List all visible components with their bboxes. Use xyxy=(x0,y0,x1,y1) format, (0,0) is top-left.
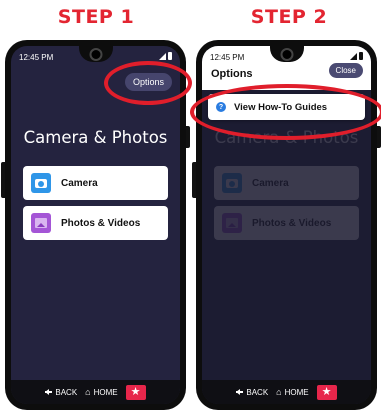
phone-side-button xyxy=(192,162,196,198)
how-to-guides-label: View How-To Guides xyxy=(234,101,328,113)
signal-icon xyxy=(159,52,166,60)
page-title: Camera & Photos xyxy=(23,128,168,147)
photos-videos-tile-label: Photos & Videos xyxy=(61,217,141,229)
photos-videos-tile[interactable]: Photos & Videos xyxy=(23,206,168,240)
star-button[interactable]: ★ xyxy=(316,384,337,400)
step-2-title: STEP 2 xyxy=(250,6,328,28)
home-button[interactable]: ⌂ HOME xyxy=(85,386,118,397)
back-arrow-icon xyxy=(236,389,244,394)
bottom-nav-bar: BACK ⌂ HOME ★ xyxy=(202,380,371,404)
home-label: HOME xyxy=(284,387,309,397)
star-icon: ★ xyxy=(130,385,141,398)
modal-overlay xyxy=(202,90,371,404)
camera-tile[interactable]: Camera xyxy=(23,166,168,200)
help-icon: ? xyxy=(216,102,226,112)
back-button[interactable]: BACK xyxy=(236,388,268,397)
options-header: 12:45 PM Options Close xyxy=(202,46,371,90)
view-how-to-guides-button[interactable]: ? View How-To Guides xyxy=(208,94,365,120)
phone-power-button xyxy=(377,126,381,148)
back-label: BACK xyxy=(55,387,78,397)
home-icon: ⌂ xyxy=(85,386,91,397)
close-button[interactable]: Close xyxy=(328,63,363,78)
bottom-nav-bar: BACK ⌂ HOME ★ xyxy=(11,380,180,404)
camera-icon xyxy=(31,173,51,193)
back-arrow-icon xyxy=(45,389,53,394)
signal-icon xyxy=(350,52,357,60)
home-label: HOME xyxy=(93,387,118,397)
battery-icon xyxy=(168,52,172,60)
options-title: Options xyxy=(211,68,253,80)
options-button[interactable]: Options xyxy=(124,73,172,91)
phone-power-button xyxy=(186,126,190,148)
front-camera-icon xyxy=(89,48,102,61)
back-label: BACK xyxy=(246,387,269,397)
camera-tile-label: Camera xyxy=(61,177,98,189)
phone-notch xyxy=(78,46,113,62)
phone-side-button xyxy=(1,162,5,198)
status-time: 12:45 PM xyxy=(19,53,54,62)
phone-step-2: Camera & Photos Camera Photos & Videos 1… xyxy=(192,40,381,410)
phone-step-1: 12:45 PM Options Camera & Photos Camera … xyxy=(1,40,190,410)
phone-notch xyxy=(269,46,304,62)
home-button[interactable]: ⌂ HOME xyxy=(276,386,309,397)
back-button[interactable]: BACK xyxy=(45,388,77,397)
status-icons xyxy=(350,52,363,60)
status-time: 12:45 PM xyxy=(210,53,245,62)
front-camera-icon xyxy=(280,48,293,61)
phone-screen: Camera & Photos Camera Photos & Videos 1… xyxy=(202,46,371,404)
battery-icon xyxy=(359,52,363,60)
phone-screen: 12:45 PM Options Camera & Photos Camera … xyxy=(11,46,180,404)
step-1-title: STEP 1 xyxy=(57,6,135,28)
photos-icon xyxy=(31,213,51,233)
star-button[interactable]: ★ xyxy=(125,384,146,400)
home-icon: ⌂ xyxy=(276,386,282,397)
status-icons xyxy=(159,52,172,60)
star-icon: ★ xyxy=(321,385,332,398)
